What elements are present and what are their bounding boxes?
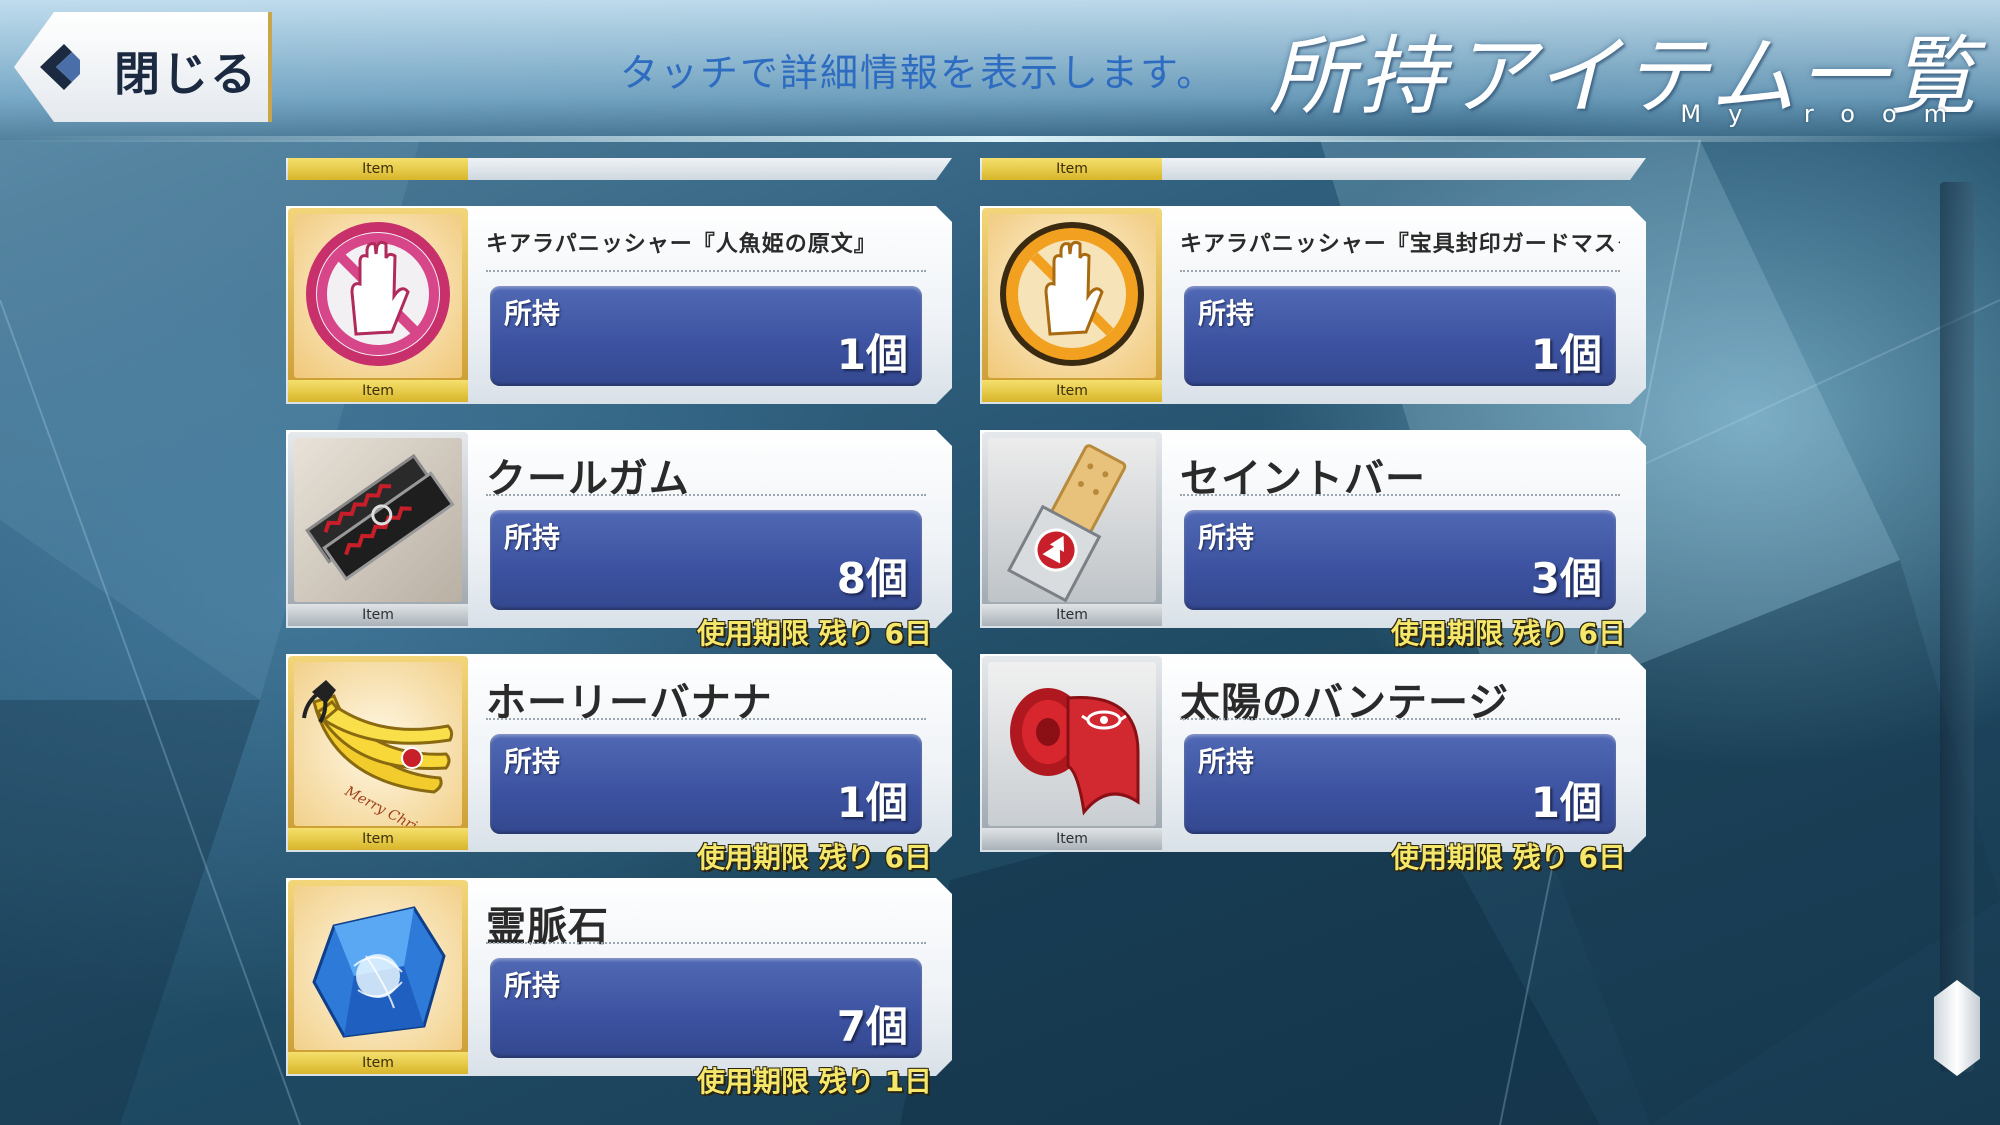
- partial-item-card[interactable]: Item: [286, 158, 952, 180]
- cool-gum-icon: [305, 453, 455, 582]
- owned-panel: 所持 3個: [1184, 510, 1616, 610]
- item-tag: Item: [288, 604, 468, 626]
- owned-label: 所持: [1198, 745, 1255, 778]
- item-tag: Item: [288, 380, 468, 402]
- owned-panel: 所持 8個: [490, 510, 922, 610]
- item-icon-frame: Item: [288, 208, 468, 402]
- item-tag: Item: [982, 604, 1162, 626]
- item-name: キアラパニッシャー『人魚姫の原文』: [486, 232, 877, 257]
- item-icon-frame: Item: [982, 656, 1162, 850]
- item-tag: Item: [982, 158, 1162, 180]
- item-icon-frame: Merry Christmas Item: [288, 656, 468, 850]
- name-divider: [486, 718, 926, 720]
- name-divider: [486, 494, 926, 496]
- expiry-label: 使用期限 残り 6日: [697, 617, 932, 650]
- owned-label: 所持: [504, 521, 561, 554]
- touch-hint-text: タッチで詳細情報を表示します。: [620, 51, 1217, 95]
- item-name: キアラパニッシャー『宝具封印ガードマスク』: [1180, 232, 1620, 257]
- item-card-saint-bar[interactable]: Item セイントバー 所持 3個: [980, 430, 1646, 628]
- owned-panel: 所持 1個: [1184, 734, 1616, 834]
- partial-item-card[interactable]: Item: [980, 158, 1646, 180]
- owned-count: 1個: [836, 330, 908, 379]
- owned-label: 所持: [1198, 297, 1255, 330]
- header-divider: [0, 136, 2000, 142]
- holy-banana-icon: Merry Christmas: [302, 680, 456, 826]
- owned-label: 所持: [504, 969, 561, 1002]
- name-divider: [1180, 494, 1620, 496]
- orange-stop-hand-icon: [1000, 222, 1144, 366]
- owned-label: 所持: [504, 297, 561, 330]
- name-divider: [1180, 718, 1620, 720]
- expiry-label: 使用期限 残り 6日: [1391, 841, 1626, 874]
- name-divider: [486, 942, 926, 944]
- item-card-kiara-punisher-mask[interactable]: Item キアラパニッシャー『宝具封印ガードマスク』 所持 1個: [980, 206, 1646, 404]
- name-divider: [486, 270, 926, 272]
- owned-panel: 所持 7個: [490, 958, 922, 1058]
- owned-count: 1個: [836, 778, 908, 827]
- scrollbar-track[interactable]: [1940, 182, 1974, 1072]
- item-card-spirit-stone[interactable]: Item 霊脈石 所持 7個: [286, 878, 952, 1076]
- item-icon-frame: Item: [982, 432, 1162, 626]
- item-icon-frame: Item: [982, 208, 1162, 402]
- item-card-cool-gum[interactable]: Item クールガム 所持 8個: [286, 430, 952, 628]
- item-tag: Item: [288, 158, 468, 180]
- item-tag: Item: [982, 380, 1162, 402]
- pink-stop-hand-icon: [306, 222, 450, 366]
- page-subtitle: My room: [1680, 100, 1974, 128]
- close-button-label: 閉じる: [114, 47, 258, 101]
- owned-panel: 所持 1個: [1184, 286, 1616, 386]
- item-tag: Item: [288, 1052, 468, 1074]
- expiry-label: 使用期限 残り 6日: [1391, 617, 1626, 650]
- owned-count: 3個: [1530, 554, 1602, 603]
- close-button[interactable]: 閉じる: [14, 12, 272, 122]
- owned-count: 1個: [1530, 330, 1602, 379]
- owned-panel: 所持 1個: [490, 286, 922, 386]
- item-tag: Item: [288, 828, 468, 850]
- owned-count: 7個: [836, 1002, 908, 1051]
- item-tag: Item: [982, 828, 1162, 850]
- item-icon-frame: Item: [288, 432, 468, 626]
- back-arrow-icon: [40, 44, 80, 90]
- owned-label: 所持: [504, 745, 561, 778]
- expiry-label: 使用期限 残り 1日: [697, 1065, 932, 1098]
- scrollbar-thumb[interactable]: [1934, 980, 1980, 1076]
- name-divider: [1180, 270, 1620, 272]
- owned-count: 1個: [1530, 778, 1602, 827]
- item-card-holy-banana[interactable]: Merry Christmas Item ホーリーバナナ 所持 1個: [286, 654, 952, 852]
- item-icon-frame: Item: [288, 880, 468, 1074]
- item-card-kiara-punisher-mermaid[interactable]: Item キアラパニッシャー『人魚姫の原文』 所持 1個: [286, 206, 952, 404]
- saint-bar-icon: [1006, 444, 1127, 602]
- spirit-stone-icon: [312, 906, 446, 1038]
- owned-count: 8個: [836, 554, 908, 603]
- owned-panel: 所持 1個: [490, 734, 922, 834]
- expiry-label: 使用期限 残り 6日: [697, 841, 932, 874]
- item-card-sun-bandage[interactable]: Item 太陽のバンテージ 所持 1個: [980, 654, 1646, 852]
- sun-bandage-icon: [1010, 688, 1140, 816]
- owned-label: 所持: [1198, 521, 1255, 554]
